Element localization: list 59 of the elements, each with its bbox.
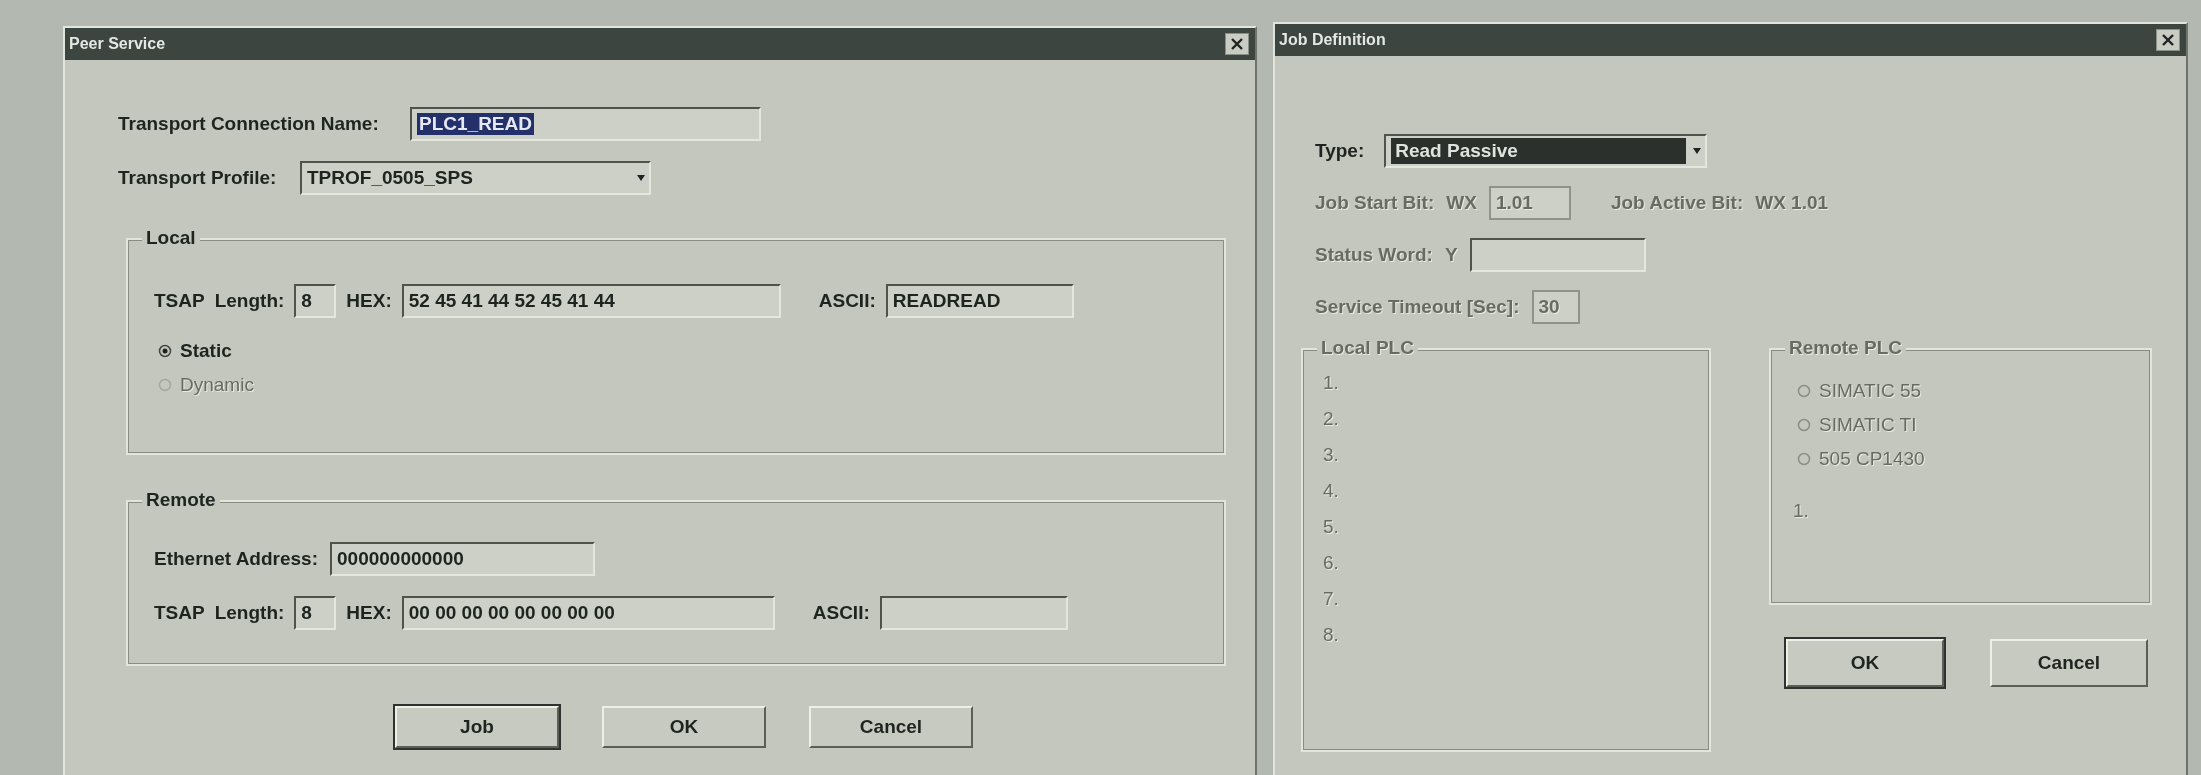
list-number: 1. — [1323, 372, 1339, 394]
input-field[interactable]: PLC1_READ — [410, 107, 761, 141]
radio-icon — [158, 344, 172, 358]
field-label: Y — [1444, 244, 1458, 266]
field-label: Length: — [214, 290, 285, 312]
dropdown-arrow-icon — [1692, 147, 1703, 155]
input-field[interactable]: 8 — [294, 596, 337, 630]
field-value: PLC1_READ — [417, 113, 534, 135]
window-title: Peer Service — [69, 35, 166, 53]
input-field[interactable]: 52 45 41 44 52 45 41 44 — [401, 284, 781, 318]
field-label: Transport Connection Name: — [118, 113, 380, 135]
field-label: Status Word: — [1315, 244, 1433, 266]
radio-icon — [1797, 384, 1811, 398]
close-icon — [2160, 32, 2176, 48]
radio-icon — [158, 378, 172, 392]
input-field[interactable]: 00 00 00 00 00 00 00 00 — [401, 596, 775, 630]
list-number: 6. — [1323, 552, 1339, 574]
dialog-button[interactable]: OK — [602, 706, 766, 748]
field-label: WX — [1446, 192, 1477, 214]
dialog-button[interactable]: Cancel — [1990, 639, 2148, 687]
field-label: HEX: — [346, 290, 392, 312]
field-value: WX 1.01 — [1755, 192, 1829, 214]
list-number: 2. — [1323, 408, 1339, 430]
list-number: 7. — [1323, 588, 1339, 610]
field-label: Job Active Bit: — [1610, 192, 1744, 214]
input-field[interactable]: 000000000000 — [330, 542, 595, 576]
field-label: TSAP — [154, 290, 205, 312]
close-button[interactable] — [1225, 33, 1249, 55]
dialog-button[interactable]: Cancel — [809, 706, 973, 748]
field-label: Job Start Bit: — [1315, 192, 1435, 214]
list-number: 3. — [1323, 444, 1339, 466]
dialog-button[interactable]: Job — [395, 706, 559, 748]
radio-icon — [1797, 452, 1811, 466]
close-icon — [1229, 36, 1245, 52]
input-field[interactable]: READREAD — [885, 284, 1074, 318]
dropdown-arrow-icon — [636, 174, 646, 182]
field-label: Type: — [1315, 140, 1365, 162]
field-label: Length: — [214, 602, 285, 624]
window-title: Job Definition — [1279, 31, 1386, 49]
field-label: Service Timeout [Sec]: — [1315, 296, 1520, 318]
list-number: 1. — [1793, 500, 1809, 522]
input-field[interactable] — [1469, 238, 1646, 272]
input-field[interactable]: 8 — [294, 284, 337, 318]
field-label: ASCII: — [818, 290, 876, 312]
radio-button[interactable]: Static — [158, 340, 232, 362]
dropdown[interactable]: Read Passive — [1384, 134, 1708, 168]
radio-icon — [1797, 418, 1811, 432]
input-field[interactable] — [879, 596, 1068, 630]
dialog-button[interactable]: OK — [1786, 639, 1944, 687]
list-number: 8. — [1323, 624, 1339, 646]
field-label: Transport Profile: — [118, 167, 278, 189]
list-number: 4. — [1323, 480, 1339, 502]
list-number: 5. — [1323, 516, 1339, 538]
field-label: Ethernet Address: — [154, 548, 318, 570]
close-button[interactable] — [2156, 29, 2180, 51]
field-label: HEX: — [346, 602, 392, 624]
field-label: TSAP — [154, 602, 205, 624]
dropdown[interactable]: TPROF_0505_SPS — [300, 161, 651, 195]
field-label: ASCII: — [812, 602, 870, 624]
